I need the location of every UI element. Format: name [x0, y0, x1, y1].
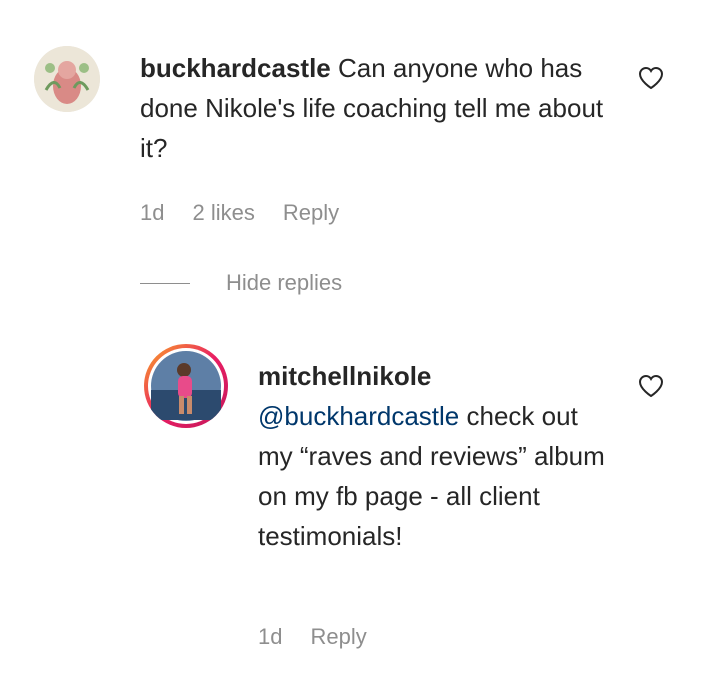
comment-text: buckhardcastle Can anyone who has done N…: [140, 48, 610, 168]
heart-outline-icon[interactable]: [638, 374, 664, 398]
reply-button[interactable]: Reply: [310, 624, 366, 650]
reply-item: mitchellnikole @buckhardcastle check out…: [0, 330, 720, 670]
hide-replies-button[interactable]: Hide replies: [140, 270, 342, 296]
comment-time: 1d: [140, 200, 165, 225]
profile-photo-avatar-icon: [148, 348, 224, 424]
floral-avatar-icon: [34, 46, 100, 112]
comment-item: buckhardcastle Can anyone who has done N…: [0, 0, 720, 240]
comment-meta: 1d 2 likes Reply: [140, 200, 339, 226]
hide-replies-label[interactable]: Hide replies: [226, 270, 342, 296]
reply-meta: 1d Reply: [258, 624, 367, 650]
divider-line: [140, 282, 190, 284]
reply-text: mitchellnikole @buckhardcastle check out…: [258, 356, 608, 556]
reply-avatar[interactable]: [144, 344, 228, 428]
comment-likes[interactable]: 2 likes: [192, 200, 254, 226]
comment-username[interactable]: buckhardcastle: [140, 53, 331, 83]
comment-avatar[interactable]: [34, 46, 100, 112]
reply-button[interactable]: Reply: [283, 200, 339, 226]
mention-link[interactable]: @buckhardcastle: [258, 401, 459, 431]
reply-username[interactable]: mitchellnikole: [258, 356, 608, 396]
reply-time: 1d: [258, 624, 283, 649]
heart-outline-icon[interactable]: [638, 66, 664, 90]
